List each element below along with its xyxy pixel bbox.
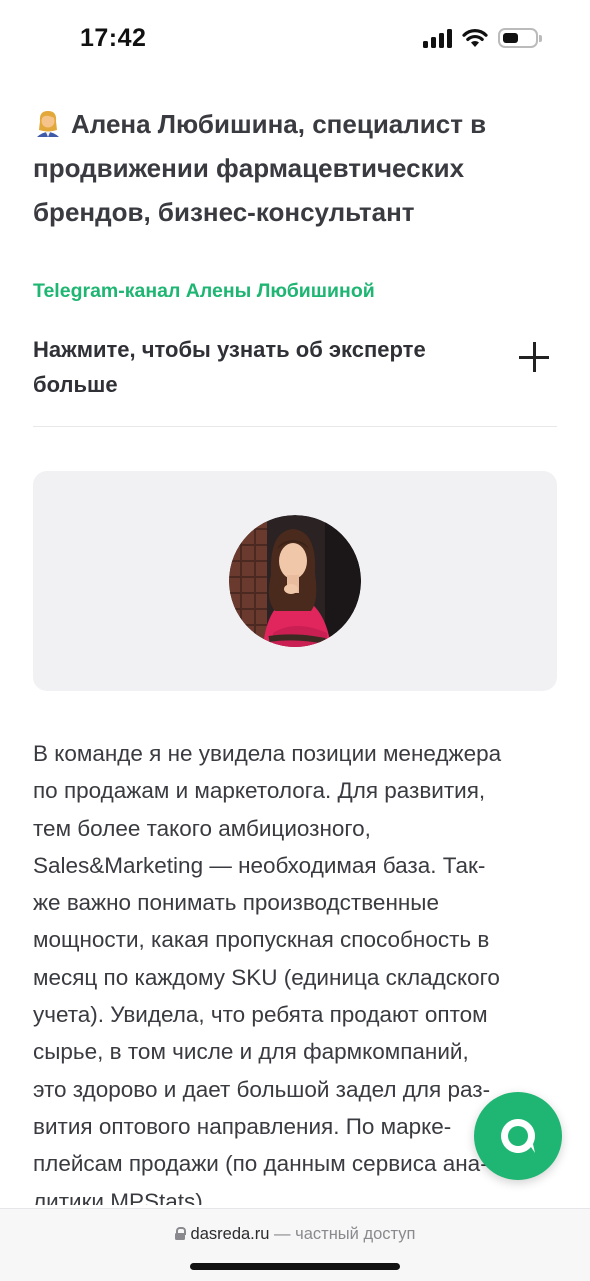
- browser-address-bar[interactable]: dasreda.ru — частный доступ: [0, 1208, 590, 1281]
- expander-label: Нажмите, чтобы узнать об эксперте больше: [33, 337, 426, 397]
- wifi-icon: [462, 29, 488, 47]
- address-line: dasreda.ru — частный доступ: [0, 1225, 590, 1244]
- expert-info-expander[interactable]: Нажмите, чтобы узнать об эксперте больше: [33, 332, 557, 427]
- telegram-channel-link[interactable]: Telegram-канал Алены Любишиной: [33, 280, 375, 303]
- chat-button[interactable]: [474, 1092, 562, 1180]
- plus-icon[interactable]: [519, 342, 549, 372]
- battery-icon: [498, 28, 542, 48]
- status-time: 17:42: [80, 24, 147, 52]
- access-note: — частный доступ: [274, 1225, 416, 1243]
- woman-office-worker-emoji-icon: [37, 111, 59, 137]
- expert-photo-card: [33, 471, 557, 691]
- expert-avatar: [229, 515, 361, 647]
- expert-headline-text: Алена Любишина, специалист в продвижении…: [33, 109, 487, 227]
- chat-bubble-icon: [501, 1119, 535, 1153]
- status-icons: [423, 28, 542, 48]
- domain-text: dasreda.ru: [190, 1225, 270, 1243]
- lock-icon: [174, 1227, 186, 1240]
- cellular-signal-icon: [423, 28, 452, 48]
- status-bar: 17:42: [0, 0, 590, 80]
- expert-headline: Алена Любишина, специалист в продвижении…: [33, 102, 553, 234]
- home-indicator: [190, 1263, 400, 1270]
- battery-level: [503, 33, 518, 43]
